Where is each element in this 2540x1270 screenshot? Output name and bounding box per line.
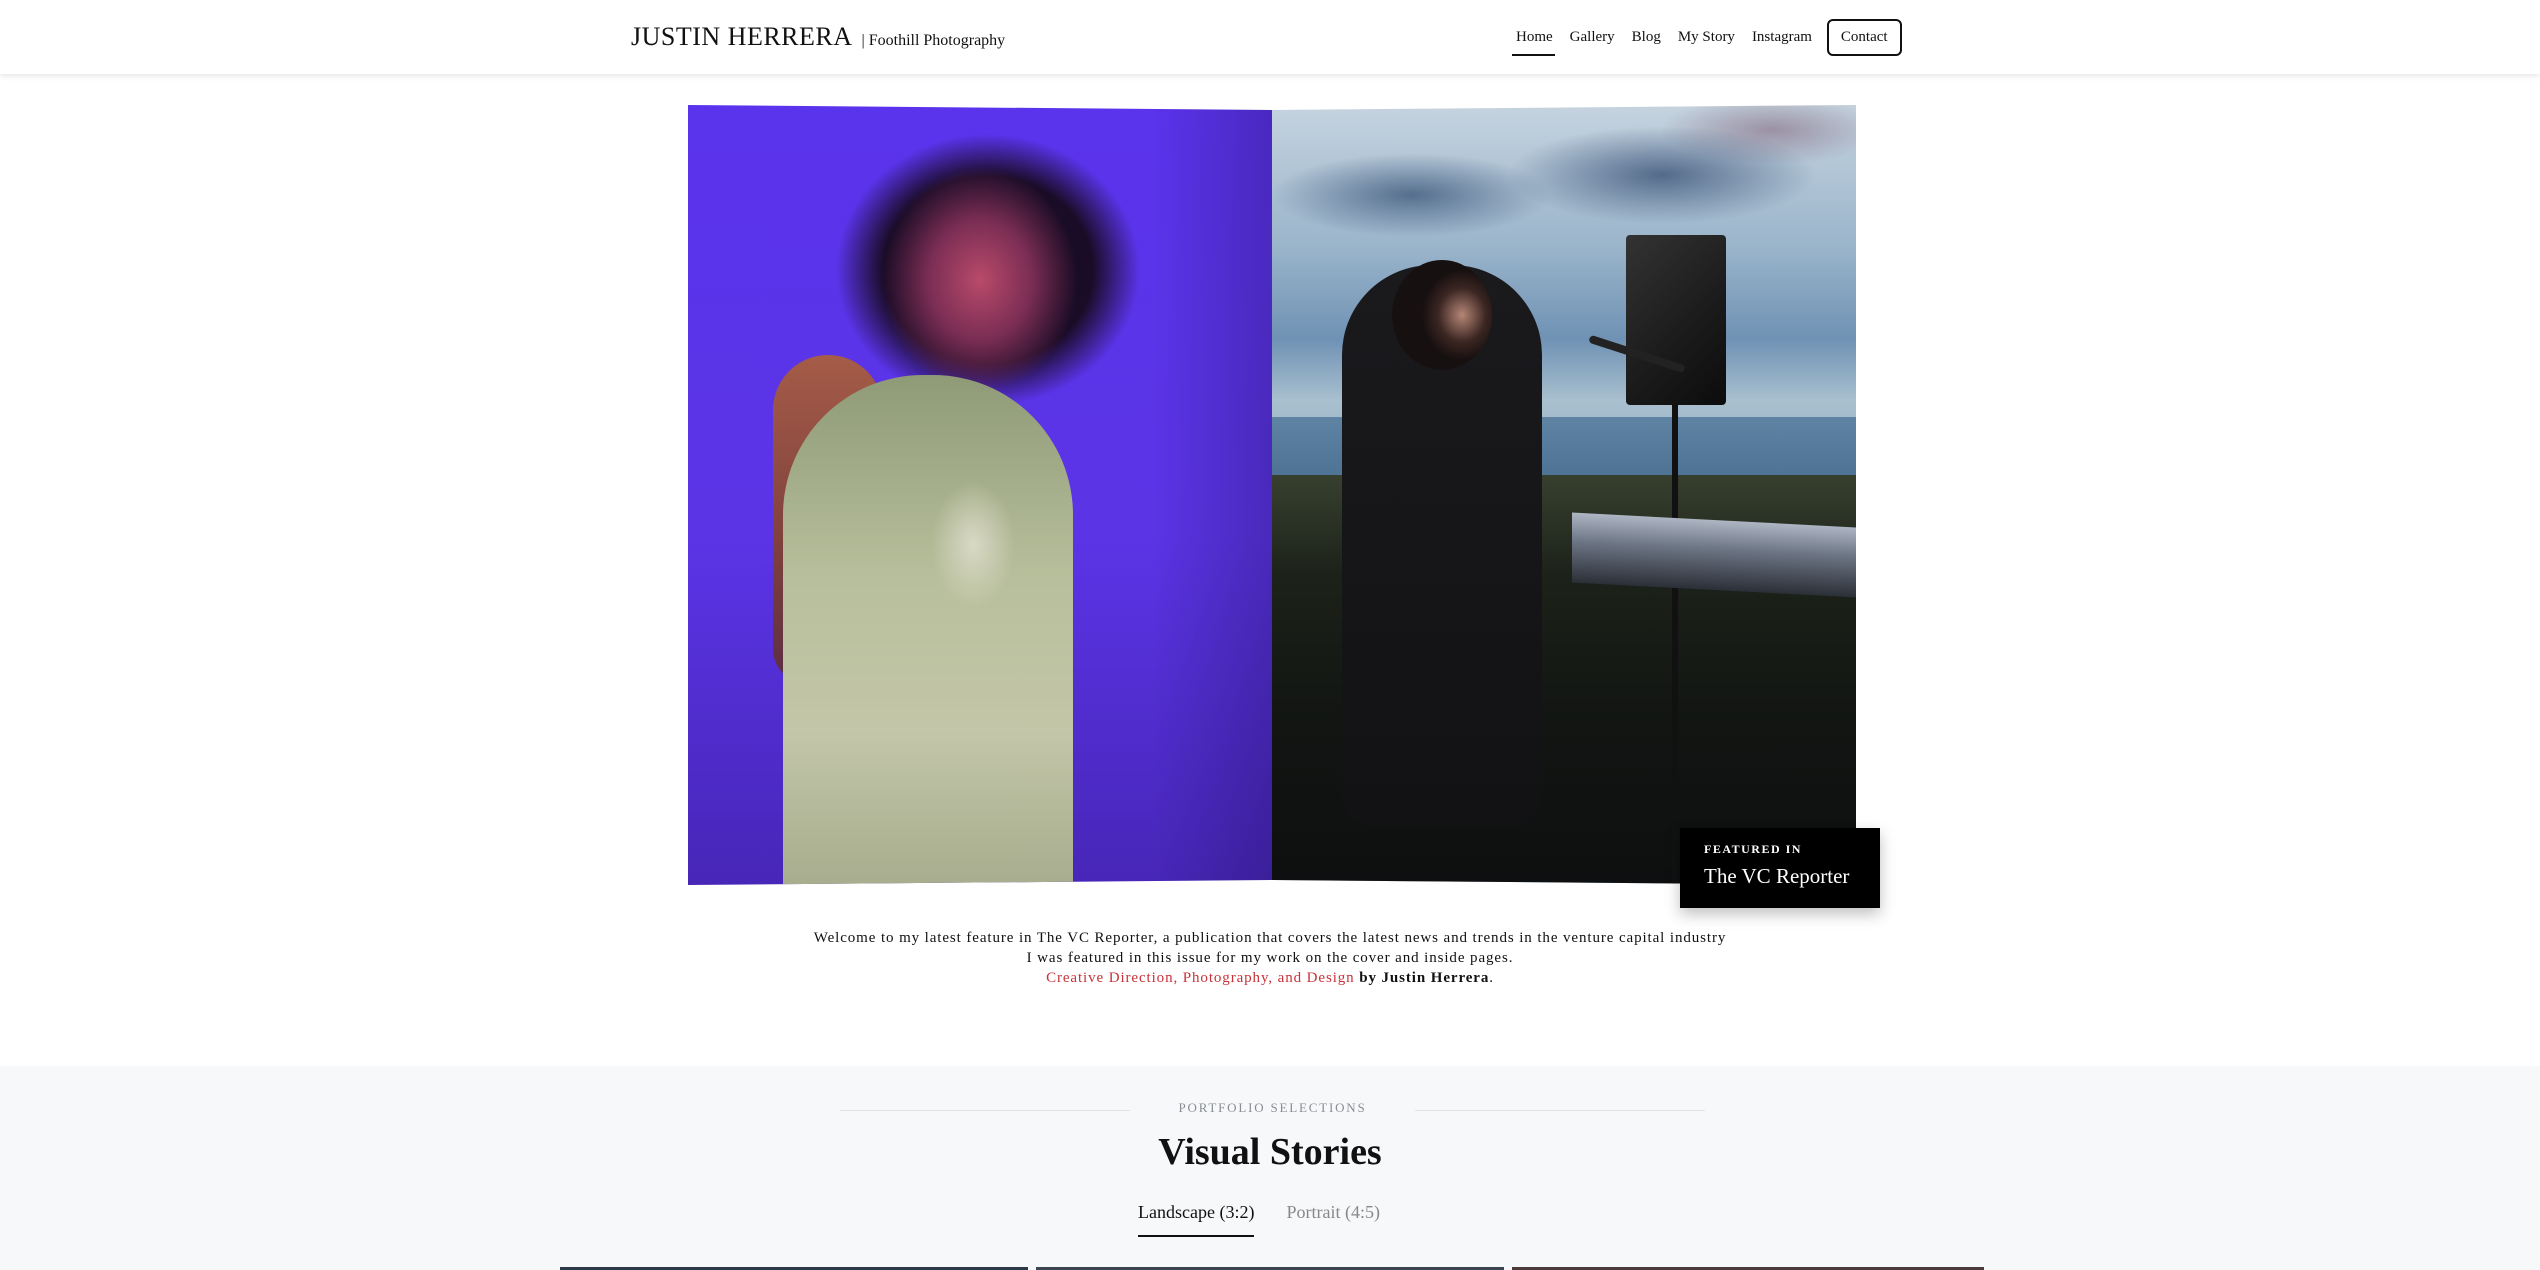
hero-portrait-photo[interactable] — [688, 105, 1272, 885]
tab-portrait[interactable]: Portrait (4:5) — [1286, 1202, 1379, 1237]
brand-logo[interactable]: JUSTIN HERRERA | Foothill Photography — [631, 22, 1005, 52]
badge-kicker: FEATURED IN — [1704, 842, 1802, 856]
photo-detail-head — [1392, 260, 1492, 370]
site-header: JUSTIN HERRERA | Foothill Photography Ho… — [0, 0, 2540, 74]
credit-end: . — [1489, 970, 1494, 986]
contact-button[interactable]: Contact — [1826, 18, 1902, 56]
eyebrow-row: PORTFOLIO SELECTIONS — [840, 1100, 1705, 1120]
photo-detail-dress — [783, 375, 1073, 885]
intro-line-2: I was featured in this issue for my work… — [1026, 950, 1514, 966]
credit-by: by Justin Herrera — [1359, 970, 1490, 986]
nav-blog[interactable]: Blog — [1632, 29, 1661, 46]
orientation-tabs: Landscape (3:2) Portrait (4:5) — [1138, 1202, 1412, 1237]
main-nav: Home Gallery Blog My Story Instagram Con… — [1512, 18, 1902, 56]
brand-name[interactable]: JUSTIN HERRERA — [631, 22, 853, 52]
intro-line-1: Welcome to my latest feature in The VC R… — [813, 930, 1727, 946]
section-eyebrow: PORTFOLIO SELECTIONS — [1178, 1100, 1367, 1115]
photo-detail-mic-stand — [1672, 405, 1678, 885]
divider-right — [1415, 1110, 1705, 1111]
nav-my-story[interactable]: My Story — [1678, 29, 1735, 46]
hero-performance-photo[interactable] — [1272, 105, 1856, 885]
nav-instagram[interactable]: Instagram — [1752, 29, 1812, 46]
photo-detail-keyboard — [1572, 512, 1856, 598]
photo-detail-shade — [1152, 105, 1272, 885]
nav-home[interactable]: Home — [1512, 29, 1555, 56]
intro-credit: Creative Direction, Photography, and Des… — [0, 968, 2540, 988]
section-title: Visual Stories — [1158, 1131, 1382, 1173]
badge-title: The VC Reporter — [1704, 864, 1850, 888]
intro-text: Welcome to my latest feature in The VC R… — [0, 928, 2540, 988]
featured-badge: FEATURED IN The VC Reporter — [1680, 828, 1880, 908]
credit-link[interactable]: Creative Direction, Photography, and Des… — [1046, 970, 1355, 986]
tab-landscape[interactable]: Landscape (3:2) — [1138, 1202, 1255, 1237]
portfolio-section: PORTFOLIO SELECTIONS Visual Stories Land… — [0, 1066, 2540, 1270]
photo-detail-speaker — [1626, 235, 1726, 405]
hero-feature-spread — [688, 105, 1856, 885]
nav-gallery[interactable]: Gallery — [1570, 29, 1615, 46]
brand-tagline: | Foothill Photography — [861, 32, 1006, 49]
